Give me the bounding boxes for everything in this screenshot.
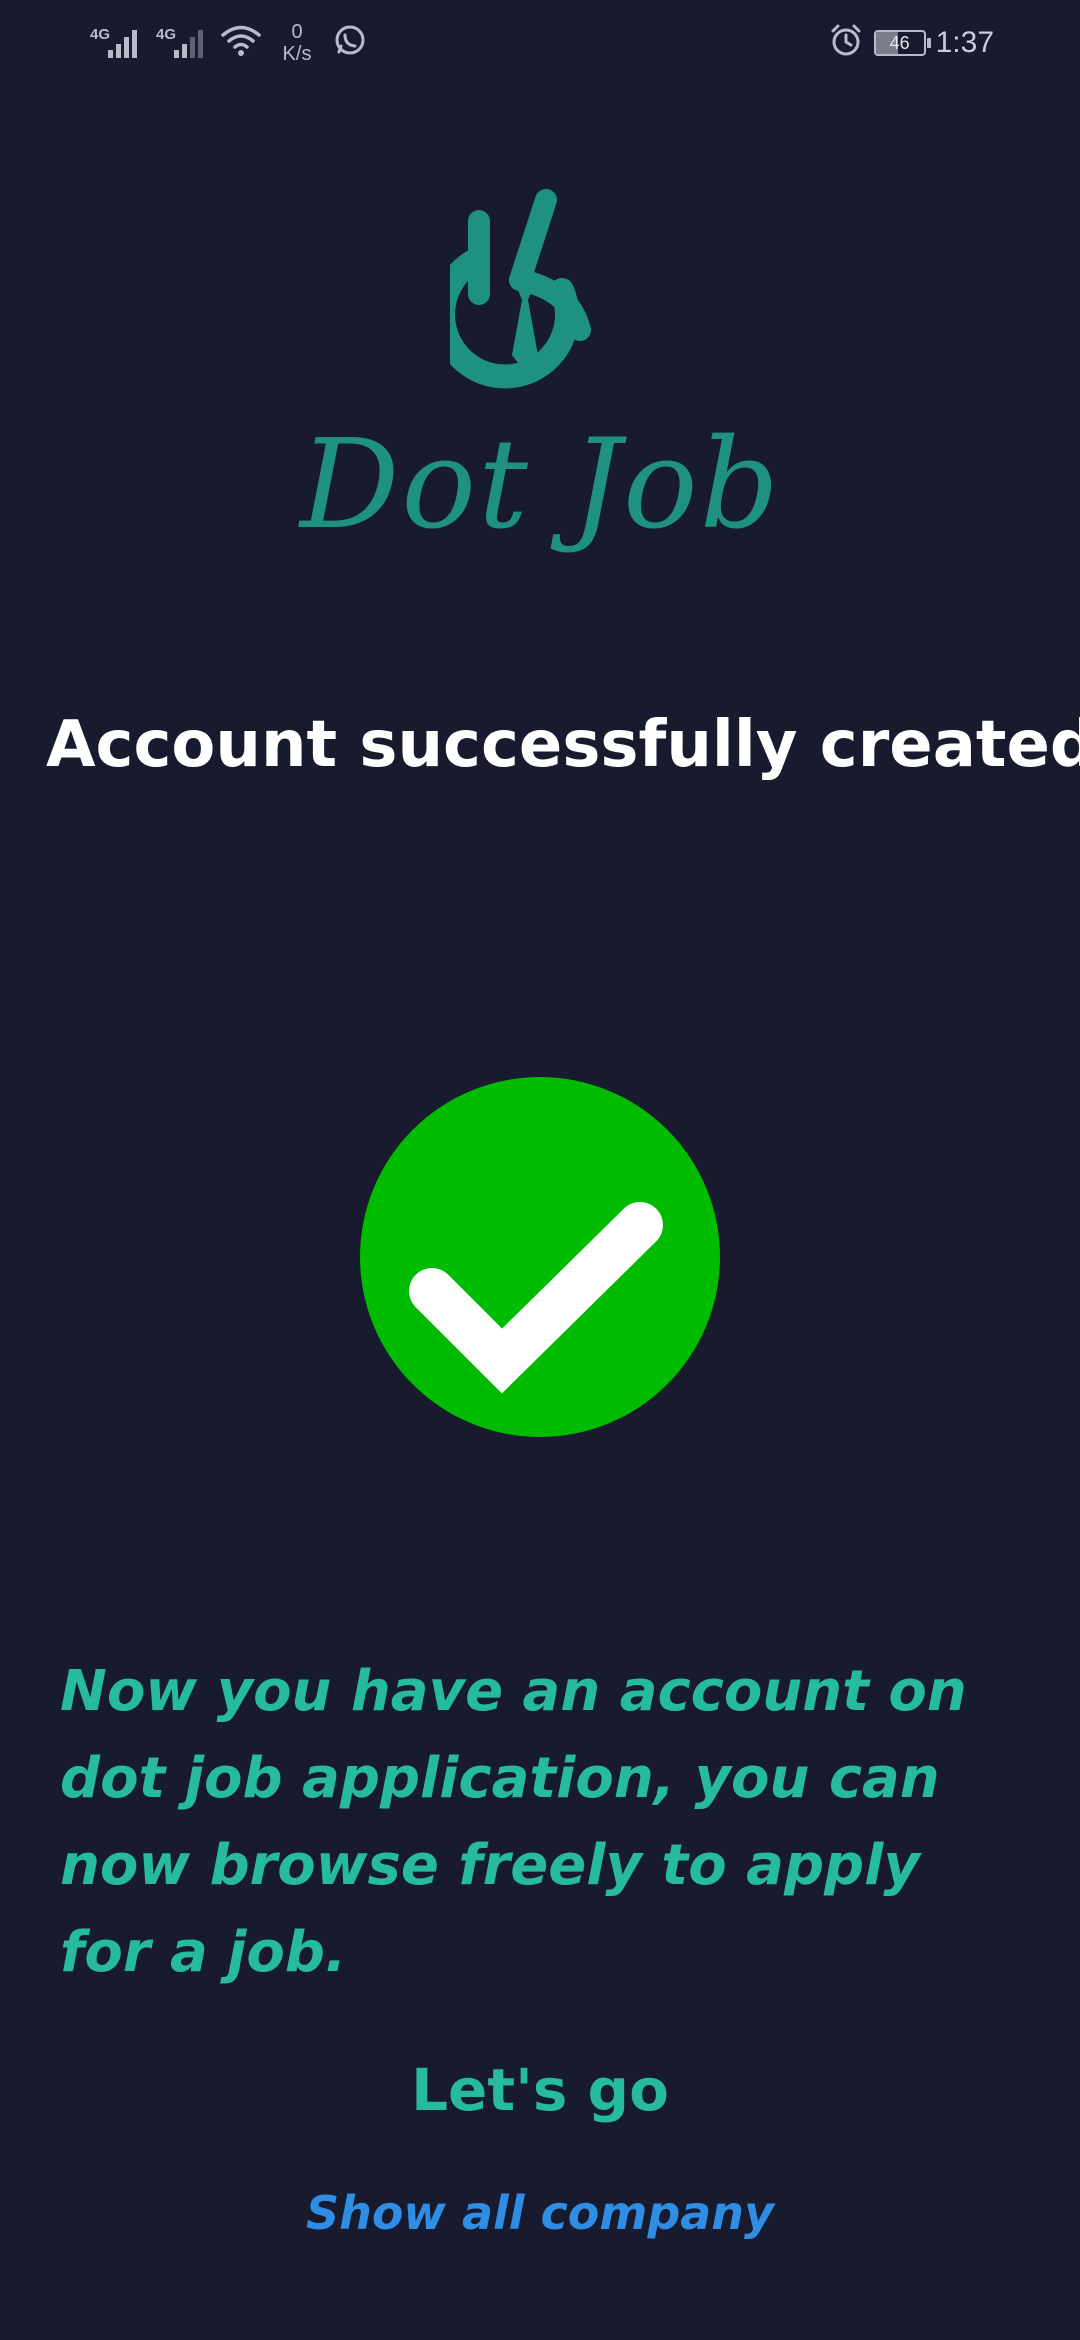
clock: 1:37 bbox=[935, 26, 994, 59]
battery-level: 46 bbox=[889, 33, 910, 53]
network-speed-value: 0 bbox=[291, 21, 303, 43]
whatsapp-icon bbox=[332, 23, 368, 63]
lets-go-button[interactable]: Let's go bbox=[340, 2050, 740, 2130]
show-all-company-link[interactable]: Show all company bbox=[240, 2183, 840, 2243]
alarm-icon bbox=[828, 23, 864, 63]
network-speed: 0 K/s bbox=[272, 21, 322, 65]
signal-icon: 4G bbox=[154, 22, 210, 64]
battery-icon: 46 bbox=[873, 30, 931, 56]
check-circle-icon bbox=[360, 1077, 720, 1437]
signal-icon: 4G bbox=[88, 22, 144, 64]
network-speed-unit: K/s bbox=[282, 43, 312, 65]
status-bar-right: 46 1:37 bbox=[828, 18, 994, 68]
success-message: Now you have an account on dot job appli… bbox=[60, 1659, 967, 1985]
status-bar: 4G 4G 0 K/s 46 1:37 bbox=[0, 0, 1080, 86]
wifi-icon bbox=[220, 23, 262, 63]
page-title: Account successfully created bbox=[46, 708, 1080, 782]
status-bar-left: 4G 4G 0 K/s bbox=[88, 18, 368, 68]
logo-icon bbox=[450, 189, 591, 389]
logo-text: Dot Job bbox=[300, 413, 782, 557]
app-logo: Dot Job bbox=[300, 180, 780, 580]
